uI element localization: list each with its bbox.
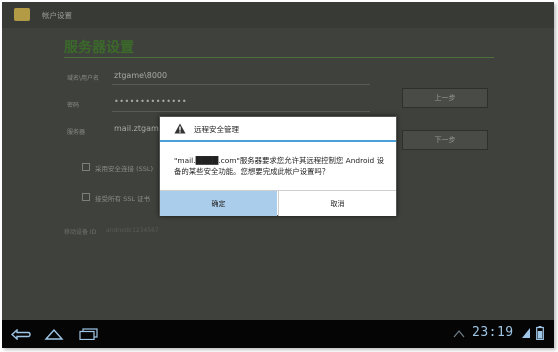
- warning-icon: [174, 123, 186, 134]
- app-icon: [14, 8, 30, 21]
- dialog-message: "mail.████.com"服务器要求您允许其远程控制您 Android 设备…: [174, 156, 384, 176]
- recent-apps-icon[interactable]: [79, 328, 99, 340]
- password-field[interactable]: ••••••••••••••: [114, 97, 187, 106]
- action-bar: 帐户设置: [2, 2, 554, 28]
- ssl-checkbox[interactable]: [82, 163, 90, 171]
- account-settings-screen: 帐户设置 服务器设置 域名\用户名 ztgame\8000 密码 •••••••…: [2, 2, 554, 320]
- dialog-title-divider: [160, 140, 396, 142]
- device-id-value: androidc1234567: [106, 227, 159, 234]
- device-id-label: 移动设备 ID: [64, 229, 97, 236]
- status-clock: 23:19: [472, 325, 514, 340]
- next-button[interactable]: 下一步: [402, 130, 488, 150]
- domain-user-underline: [112, 84, 370, 85]
- password-label: 密码: [67, 102, 80, 109]
- domain-user-label: 域名\用户名: [67, 75, 100, 82]
- dialog-title: 远程安全管理: [194, 125, 239, 134]
- cancel-button[interactable]: 取消: [278, 191, 396, 216]
- page-heading: 服务器设置: [64, 40, 134, 56]
- status-icon: [453, 330, 465, 338]
- accept-ssl-checkbox[interactable]: [82, 193, 90, 201]
- system-bar: 23:19: [2, 320, 554, 348]
- battery-icon: [536, 326, 544, 340]
- dialog-header: 远程安全管理: [160, 117, 396, 140]
- heading-divider: [64, 57, 494, 58]
- signal-icon: [522, 328, 530, 338]
- app-title: 帐户设置: [42, 11, 72, 20]
- back-icon[interactable]: [11, 329, 31, 340]
- server-label: 服务器: [67, 129, 86, 136]
- dialog-actions: 确定 取消: [160, 190, 396, 216]
- device-screen: 帐户设置 服务器设置 域名\用户名 ztgame\8000 密码 •••••••…: [2, 2, 554, 348]
- ssl-label: 采用安全连接 (SSL): [95, 165, 154, 173]
- domain-user-field[interactable]: ztgame\8000: [114, 71, 167, 80]
- accept-ssl-label: 接受所有 SSL 证书: [95, 195, 151, 203]
- remote-security-dialog: 远程安全管理 "mail.████.com"服务器要求您允许其远程控制您 And…: [159, 116, 397, 216]
- password-underline: [112, 111, 370, 112]
- ok-button[interactable]: 确定: [160, 191, 277, 216]
- prev-button[interactable]: 上一步: [402, 88, 488, 108]
- home-icon[interactable]: [44, 328, 64, 340]
